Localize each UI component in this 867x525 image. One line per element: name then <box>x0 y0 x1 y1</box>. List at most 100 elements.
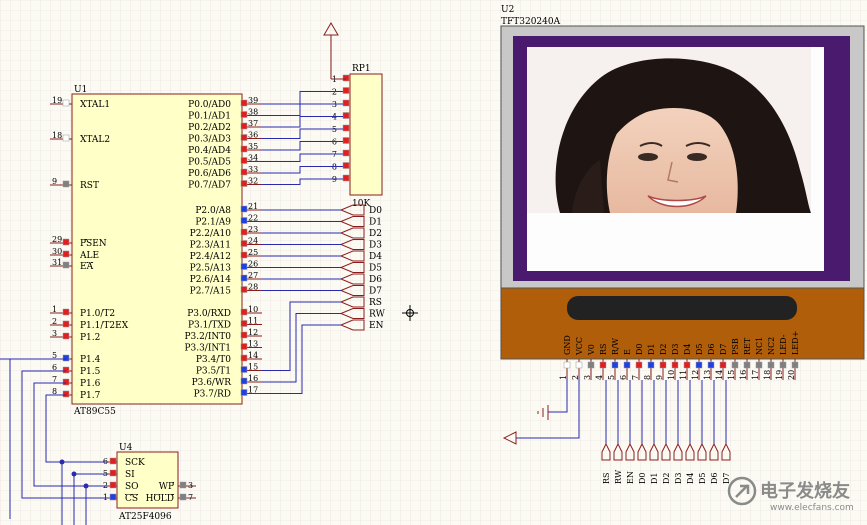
u1-pin-name: PSEN <box>80 239 107 249</box>
u1-pin-name: P3.4/T0 <box>196 355 231 365</box>
tft-pin-number: 19 <box>775 370 784 380</box>
tft-net-label-text: EN <box>626 471 635 484</box>
u1-pin-marker <box>62 354 70 362</box>
u1-pin-name: P3.1/TXD <box>188 321 231 331</box>
u1-part: AT89C55 <box>73 407 116 417</box>
tft-pin-number: 5 <box>607 375 616 380</box>
u1-pin-marker <box>240 343 248 350</box>
tft-pin-marker <box>611 361 619 369</box>
tft-pin-marker <box>671 361 679 369</box>
u1-pin-name: EA <box>80 262 94 272</box>
u1-pin-marker <box>240 111 248 118</box>
tft-net-label-text: D5 <box>698 472 707 484</box>
u1-pin-name: P0.0/AD0 <box>188 100 231 110</box>
rp1-designator: RP1 <box>352 64 371 74</box>
u1-pin-number: 22 <box>248 214 258 223</box>
tft-net-label-text: D6 <box>710 472 719 484</box>
tft-pin-marker <box>575 361 583 369</box>
net-label-text: EN <box>369 321 384 331</box>
tft-pin-number: 9 <box>655 375 664 380</box>
u4-pin-number: 7 <box>188 493 193 502</box>
u1-pin-number: 25 <box>248 248 258 257</box>
tft-net-label-text: D4 <box>686 472 695 484</box>
schematic-svg: U1 AT89C55 19 XTAL118 XTAL29 RST29 PSEN30 ALE… <box>0 0 867 525</box>
junction-dot <box>59 459 65 465</box>
u1-pin-number: 24 <box>248 237 258 246</box>
u1-pin-name: ALE <box>79 251 99 261</box>
u4-pin-name: SI <box>125 470 135 480</box>
net-label-text: D7 <box>369 287 382 297</box>
net-label-text: RW <box>369 310 386 320</box>
schematic-canvas: U1 AT89C55 19 XTAL1 18 XTAL2 9 RST 29 PSEN 30 ALE… <box>0 0 867 525</box>
u1-pin-number: 1 <box>52 305 57 314</box>
tft-pin-number: 6 <box>619 375 628 380</box>
u4-designator: U4 <box>119 443 133 453</box>
tft-pin-number: 11 <box>679 370 688 380</box>
tft-pin-name: D6 <box>707 343 716 355</box>
u1-pin-number: 16 <box>248 374 258 383</box>
rp1-resistor-network[interactable] <box>349 73 383 196</box>
u4-pin-marker <box>109 481 117 489</box>
u1-pin-number: 37 <box>248 119 258 128</box>
u4-pin-name: WP <box>159 482 174 492</box>
u1-pin-name: P0.5/AD5 <box>188 158 231 168</box>
u1-pin-number: 12 <box>248 328 258 337</box>
u1-pin-name: P2.3/A11 <box>190 241 231 251</box>
u1-pin-name: P3.2/INT0 <box>184 332 231 342</box>
u1-pin-number: 30 <box>52 247 62 256</box>
u1-pin-marker <box>62 320 70 328</box>
u1-pin-marker <box>240 240 248 247</box>
u1-pin-number: 23 <box>248 225 258 234</box>
u1-pin-name: P2.4/A12 <box>190 252 231 262</box>
tft-pin-marker <box>623 361 631 369</box>
u1-pin-marker <box>240 263 248 270</box>
u1-pin-marker <box>240 366 248 373</box>
u1-pin-marker <box>240 228 248 236</box>
u1-pin-number: 32 <box>248 177 258 186</box>
u1-pin-number: 36 <box>248 131 258 140</box>
u1-pin-marker <box>240 99 248 107</box>
tft-pin-number: 10 <box>667 370 676 380</box>
u1-pin-name: P1.6 <box>80 379 101 389</box>
u1-pin-marker <box>240 217 248 224</box>
net-label-text: D1 <box>369 218 382 228</box>
tft-pin-name: R/W <box>611 337 620 355</box>
tft-pin-number: 8 <box>643 375 652 380</box>
rp1-pin-marker <box>342 174 350 182</box>
u1-pin-marker <box>240 180 248 187</box>
u4-pin-marker <box>179 493 187 501</box>
tft-pin-marker <box>635 361 643 369</box>
tft-pin-name: VCC <box>575 337 584 356</box>
u1-pin-name: RST <box>80 181 99 191</box>
rp1-pin-marker <box>342 87 350 94</box>
tft-pin-marker <box>659 361 667 369</box>
tft-pin-number: 4 <box>595 375 604 380</box>
tft-pin-name: D3 <box>671 343 680 355</box>
u1-pin-number: 15 <box>248 363 258 372</box>
u1-pin-number: 14 <box>248 351 258 360</box>
u1-pin-number: 10 <box>248 305 258 314</box>
tft-pin-name: LED- <box>779 334 788 355</box>
u1-pin-marker <box>240 205 248 213</box>
u1-pin-number: 39 <box>248 96 258 105</box>
rp1-pin-marker <box>342 112 350 119</box>
rp1-pin-marker <box>342 99 350 107</box>
u4-pin-name: HOLD <box>146 494 174 504</box>
tft-pin-number: 14 <box>715 370 724 380</box>
u1-pin-name: P1.2 <box>80 333 100 343</box>
u4-pin-marker <box>109 469 117 477</box>
u1-pin-number: 34 <box>248 154 258 163</box>
u1-pin-number: 38 <box>248 108 258 117</box>
u1-pin-name: P2.6/A14 <box>190 275 232 285</box>
tft-pin-marker <box>731 361 739 369</box>
tft-pin-number: 12 <box>691 370 700 380</box>
lcd-portrait-image <box>527 47 811 213</box>
net-label-text: D4 <box>369 252 382 262</box>
u1-pin-marker <box>240 308 248 316</box>
u4-pin-marker <box>109 493 117 501</box>
u1-pin-marker <box>240 377 248 385</box>
watermark-url: www.elecfans.com <box>770 503 854 513</box>
tft-pin-name: NC1 <box>755 337 764 355</box>
u1-pin-name: P0.3/AD3 <box>188 135 231 145</box>
tft-pin-name: NC2 <box>767 337 776 355</box>
